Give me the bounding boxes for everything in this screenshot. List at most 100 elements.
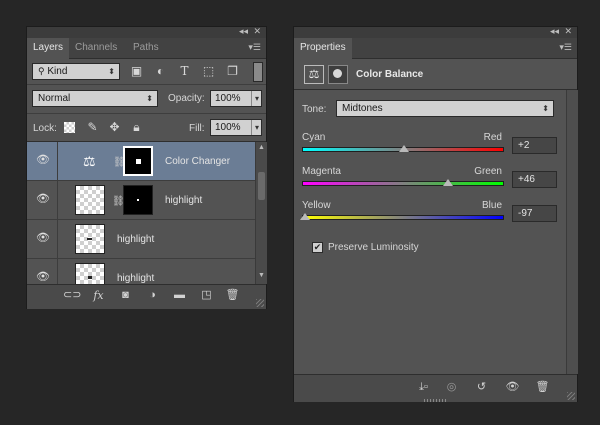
new-layer-icon[interactable]: ◳ bbox=[199, 289, 214, 302]
link-icon[interactable]: ⊂⊃ bbox=[63, 289, 81, 302]
cyan-red-slider-knob[interactable] bbox=[399, 145, 409, 152]
chevron-down-icon[interactable]: ▾ bbox=[250, 120, 259, 135]
tab-properties[interactable]: Properties bbox=[294, 38, 352, 59]
preserve-luminosity-checkbox[interactable]: ✔ bbox=[312, 242, 323, 253]
clip-icon[interactable]: ⤓▫ bbox=[416, 381, 431, 394]
chevron-updown-icon: ⬍ bbox=[542, 104, 549, 113]
layers-panel-titlebar: ◂◂ ✕ bbox=[27, 26, 266, 38]
fx-icon[interactable]: fx bbox=[91, 289, 106, 302]
properties-header-title: Color Balance bbox=[356, 69, 424, 80]
properties-scrollbar[interactable] bbox=[566, 90, 578, 374]
panel-bottom-grip[interactable] bbox=[424, 399, 448, 402]
tab-layers[interactable]: Layers bbox=[27, 38, 70, 59]
eye-icon[interactable]: 👁︎ bbox=[36, 272, 50, 283]
magenta-green-slider-knob[interactable] bbox=[443, 179, 453, 186]
slider-right-label: Blue bbox=[481, 200, 502, 211]
adjustment-icon[interactable]: ◑ bbox=[145, 289, 160, 302]
lock-transparency-icon[interactable] bbox=[64, 122, 75, 133]
lock-all-icon[interactable]: 🔒︎ bbox=[129, 120, 144, 135]
layers-footer: ⊂⊃ fx ◙ ◑ ▬ ◳ 🗑︎ bbox=[27, 284, 266, 309]
lock-pixels-icon[interactable]: ✎ bbox=[85, 120, 100, 135]
lock-label: Lock: bbox=[33, 123, 57, 134]
resize-grip[interactable] bbox=[256, 299, 264, 307]
magenta-green-value[interactable]: +46 bbox=[512, 171, 557, 188]
color-balance-adjustment-icon: ⚖ bbox=[83, 153, 96, 169]
layer-filter-select[interactable]: ⚲ Kind ⬍ bbox=[32, 63, 120, 80]
preserve-luminosity-label[interactable]: Preserve Luminosity bbox=[328, 242, 419, 253]
layer-name[interactable]: highlight bbox=[117, 273, 154, 284]
eye-icon[interactable]: 👁︎ bbox=[36, 233, 50, 244]
yellow-blue-slider[interactable] bbox=[302, 215, 504, 220]
tab-channels[interactable]: Channels bbox=[69, 38, 123, 58]
close-icon[interactable]: ✕ bbox=[253, 26, 261, 37]
slider-right-label: Red bbox=[483, 132, 502, 143]
divider bbox=[27, 113, 266, 114]
properties-panel-titlebar: ◂◂ ✕ bbox=[294, 26, 577, 38]
layer-mask-icon[interactable] bbox=[328, 65, 348, 84]
resize-grip[interactable] bbox=[567, 392, 575, 400]
collapse-icon[interactable]: ◂◂ bbox=[239, 26, 248, 37]
layers-tabbar: Layers Channels Paths ▾☰ bbox=[27, 38, 266, 59]
layer-thumbnail[interactable] bbox=[75, 263, 105, 284]
filter-toggle[interactable] bbox=[253, 62, 263, 82]
properties-tabbar: Properties ▾☰ bbox=[294, 38, 577, 59]
properties-panel: ◂◂ ✕ Properties ▾☰ ⚖ Color Balance Tone:… bbox=[293, 26, 578, 402]
panel-menu-icon[interactable]: ▾☰ bbox=[248, 42, 261, 53]
layer-thumbnail[interactable] bbox=[75, 185, 105, 215]
adjustment-filter-icon[interactable]: ◐ bbox=[153, 64, 168, 79]
trash-icon[interactable]: 🗑︎ bbox=[535, 381, 550, 394]
reset-icon[interactable]: ↺ bbox=[474, 381, 489, 394]
filter-search-icon: ⚲ bbox=[38, 66, 45, 76]
layer-name[interactable]: highlight bbox=[117, 234, 154, 245]
chevron-updown-icon: ⬍ bbox=[108, 67, 115, 76]
panel-menu-icon[interactable]: ▾☰ bbox=[559, 42, 572, 53]
image-filter-icon[interactable]: ▣ bbox=[129, 64, 144, 79]
slider-left-label: Cyan bbox=[302, 132, 326, 143]
eye-icon[interactable]: 👁︎ bbox=[36, 194, 50, 205]
lock-position-icon[interactable]: ✥ bbox=[107, 120, 122, 135]
trash-icon[interactable]: 🗑︎ bbox=[225, 289, 240, 302]
tone-label: Tone: bbox=[302, 104, 327, 115]
smart-object-filter-icon[interactable]: ❐ bbox=[225, 64, 240, 79]
layer-name[interactable]: Color Changer bbox=[165, 156, 230, 167]
slider-left-label: Yellow bbox=[302, 200, 331, 211]
tone-select[interactable]: Midtones ⬍ bbox=[336, 100, 554, 117]
color-balance-icon: ⚖ bbox=[304, 65, 324, 84]
yellow-blue-slider-knob[interactable] bbox=[300, 213, 310, 220]
blend-mode-select[interactable]: Normal ⬍ bbox=[32, 90, 158, 107]
chevron-down-icon[interactable]: ▾ bbox=[250, 91, 259, 106]
checkmark-icon: ✔ bbox=[313, 242, 322, 252]
layer-mask-thumbnail[interactable] bbox=[123, 185, 153, 215]
opacity-label: Opacity: bbox=[168, 93, 205, 104]
close-icon[interactable]: ✕ bbox=[564, 26, 572, 37]
layer-thumbnail[interactable] bbox=[75, 224, 105, 254]
scroll-down-icon[interactable]: ▼ bbox=[258, 272, 265, 279]
type-filter-icon[interactable]: T bbox=[177, 64, 192, 79]
fill-field[interactable]: 100% ▾ bbox=[210, 119, 262, 136]
scrollbar-thumb[interactable] bbox=[258, 172, 265, 200]
layer-list: 👁︎ ⚖ ⛓ Color Changer 👁︎ ⛓ highlight 👁︎ h… bbox=[27, 142, 255, 284]
scroll-up-icon[interactable]: ▲ bbox=[258, 144, 265, 151]
view-previous-icon[interactable]: ◎ bbox=[444, 381, 459, 394]
cyan-red-value[interactable]: +2 bbox=[512, 137, 557, 154]
shape-filter-icon[interactable]: ⬚ bbox=[201, 64, 216, 79]
opacity-field[interactable]: 100% ▾ bbox=[210, 90, 262, 107]
visibility-icon[interactable]: 👁︎ bbox=[505, 381, 520, 394]
layers-scrollbar[interactable]: ▲ ▼ bbox=[255, 142, 267, 284]
layer-row-highlight[interactable]: 👁︎ highlight bbox=[27, 259, 255, 284]
layer-name[interactable]: highlight bbox=[165, 195, 202, 206]
layer-mask-thumbnail[interactable] bbox=[123, 146, 153, 176]
layers-panel: ◂◂ ✕ Layers Channels Paths ▾☰ ⚲ Kind ⬍ ▣… bbox=[26, 26, 267, 309]
chevron-updown-icon: ⬍ bbox=[146, 94, 153, 103]
folder-icon[interactable]: ▬ bbox=[172, 289, 187, 302]
layer-row-highlight[interactable]: 👁︎ highlight bbox=[27, 220, 255, 259]
yellow-blue-value[interactable]: -97 bbox=[512, 205, 557, 222]
eye-icon[interactable]: 👁︎ bbox=[36, 155, 50, 166]
magenta-green-slider[interactable] bbox=[302, 181, 504, 186]
layer-row-color-changer[interactable]: 👁︎ ⚖ ⛓ Color Changer bbox=[27, 142, 255, 181]
tab-paths[interactable]: Paths bbox=[127, 38, 165, 58]
mask-icon[interactable]: ◙ bbox=[118, 289, 133, 302]
layer-row-highlight-masked[interactable]: 👁︎ ⛓ highlight bbox=[27, 181, 255, 220]
collapse-icon[interactable]: ◂◂ bbox=[550, 26, 559, 37]
slider-left-label: Magenta bbox=[302, 166, 341, 177]
